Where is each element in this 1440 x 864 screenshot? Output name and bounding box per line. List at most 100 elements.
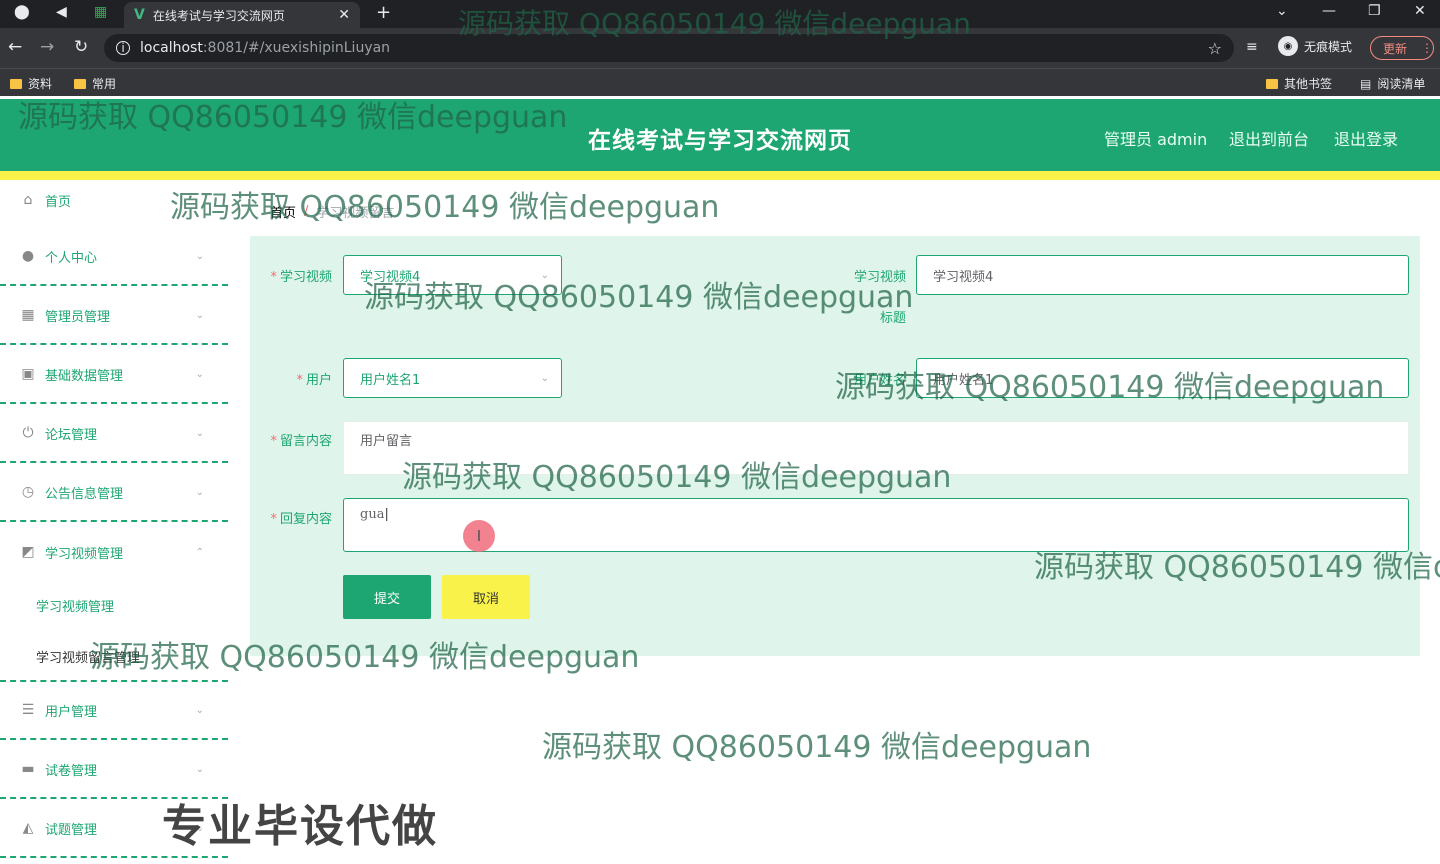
- reply-value: gua: [360, 507, 385, 522]
- reading-list[interactable]: ▤ 阅读清单: [1360, 75, 1425, 92]
- spreadsheet-tab-icon[interactable]: ▦: [94, 4, 107, 20]
- bookmark-label: 阅读清单: [1377, 77, 1426, 91]
- sidebar-item-home[interactable]: ⌂ 首页: [0, 180, 228, 220]
- admin-user-link[interactable]: 管理员 admin: [1104, 126, 1207, 150]
- bookmark-star-icon[interactable]: ☆: [1208, 39, 1222, 58]
- url-path: :8081/#/xuexishipinLiuyan: [202, 40, 391, 56]
- folder-icon: [10, 78, 22, 89]
- active-tab[interactable]: V 在线考试与学习交流网页 ✕: [124, 2, 360, 28]
- reply-label: * 回复内容: [270, 512, 332, 527]
- tab-search-icon[interactable]: ⌄: [1276, 3, 1288, 19]
- tab-title: 在线考试与学习交流网页: [152, 8, 285, 23]
- mouse-cursor-indicator: I: [463, 520, 495, 552]
- update-label: 更新: [1383, 41, 1408, 56]
- user-name-label: 用户姓名: [853, 373, 906, 388]
- video-title-label-2: 标题: [879, 311, 906, 326]
- browser-tabbar: ⬤ ◀ ▦ V 在线考试与学习交流网页 ✕ + ⌄ — ❐ ✕: [0, 0, 1440, 28]
- back-icon[interactable]: ←: [8, 37, 22, 57]
- power-icon: ⏻: [22, 425, 34, 441]
- breadcrumb-current: 学习视频留言: [316, 205, 395, 221]
- bookmark-label: 常用: [92, 77, 117, 91]
- chevron-up-icon: ⌃: [195, 546, 204, 558]
- clock-icon: ◷: [21, 484, 35, 500]
- sidebar-item-label: 首页: [45, 194, 72, 210]
- reply-textarea[interactable]: gua|: [343, 498, 1409, 552]
- incognito-indicator[interactable]: ◉ 无痕模式: [1278, 36, 1352, 56]
- reading-list-icon: ▤: [1360, 76, 1372, 91]
- site-info-icon[interactable]: i: [116, 41, 130, 55]
- sidebar-item-notice[interactable]: ◷ 公告信息管理 ⌄: [0, 464, 228, 522]
- back-to-frontend-link[interactable]: 退出到前台: [1229, 126, 1309, 150]
- user-name-field[interactable]: 用户姓名1: [916, 358, 1409, 398]
- submenu-video-management[interactable]: 学习视频管理: [36, 596, 114, 615]
- user-select-value: 用户姓名1: [360, 372, 421, 388]
- video-title-field[interactable]: 学习视频4: [916, 255, 1409, 295]
- vue-logo-icon: V: [134, 7, 145, 23]
- chevron-down-icon: ⌄: [195, 486, 204, 498]
- user-name-value: 用户姓名1: [933, 372, 994, 388]
- minimize-icon[interactable]: —: [1322, 3, 1336, 19]
- mute-icon[interactable]: ◀: [56, 4, 67, 20]
- reload-icon[interactable]: ↻: [74, 37, 88, 57]
- sidebar-item-forum[interactable]: ⏻ 论坛管理 ⌄: [0, 405, 228, 463]
- video-title-label: 学习视频: [853, 270, 906, 285]
- chevron-down-icon: ⌄: [195, 427, 204, 439]
- chevron-down-icon: ⌄: [195, 250, 204, 262]
- chart-icon: ◩: [21, 544, 35, 560]
- user-select[interactable]: 用户姓名1 ⌄: [343, 358, 562, 398]
- breadcrumb: 首页 / 学习视频留言: [250, 190, 1420, 232]
- sidebar-item-base-data[interactable]: ▣ 基础数据管理 ⌄: [0, 346, 228, 404]
- restore-icon[interactable]: ❐: [1368, 3, 1381, 19]
- more-icon: ⋮: [1421, 41, 1433, 55]
- sidebar-item-user-management[interactable]: ☰ 用户管理 ⌄: [0, 682, 228, 740]
- address-bar[interactable]: i localhost :8081/#/xuexishipinLiuyan ☆: [104, 34, 1234, 62]
- update-button[interactable]: 更新 ⋮: [1370, 36, 1434, 60]
- submenu-video-comment-management[interactable]: 学习视频留言管理: [36, 647, 140, 666]
- sidebar: ⌂ 首页 ● 个人中心 ⌄ ▦ 管理员管理 ⌄ ▣ 基础数据管理 ⌄ ⏻ 论坛管…: [0, 180, 228, 864]
- forward-icon[interactable]: →: [40, 37, 54, 57]
- sidebar-item-label: 公告信息管理: [45, 486, 124, 502]
- bookmark-folder[interactable]: 常用: [74, 75, 116, 92]
- sidebar-item-label: 用户管理: [45, 704, 98, 720]
- sidebar-item-label: 基础数据管理: [45, 368, 124, 384]
- bookmarks-bar: 资料 常用 其他书签 ▤ 阅读清单: [0, 68, 1440, 96]
- chevron-down-icon: ⌄: [195, 309, 204, 321]
- bookmark-folder[interactable]: 资料: [10, 75, 52, 92]
- sidebar-item-video[interactable]: ◩ 学习视频管理 ⌃: [0, 523, 228, 581]
- other-bookmarks[interactable]: 其他书签: [1266, 75, 1332, 92]
- folder-icon: [1266, 78, 1278, 89]
- breadcrumb-home[interactable]: 首页: [270, 202, 296, 221]
- new-tab-icon[interactable]: +: [376, 2, 391, 23]
- browser-menu-icon[interactable]: ⬤: [14, 4, 30, 20]
- submit-button[interactable]: 提交: [343, 575, 431, 619]
- chevron-down-icon: ⌄: [540, 372, 549, 384]
- bookmark-label: 其他书签: [1284, 77, 1333, 91]
- logout-link[interactable]: 退出登录: [1334, 126, 1398, 150]
- sidebar-item-personal-center[interactable]: ● 个人中心 ⌄: [0, 228, 228, 286]
- reading-mode-icon[interactable]: ≡: [1246, 39, 1258, 55]
- sidebar-item-admin-management[interactable]: ▦ 管理员管理 ⌄: [0, 287, 228, 345]
- cancel-button[interactable]: 取消: [442, 575, 530, 619]
- video-title-value: 学习视频4: [933, 269, 994, 285]
- video-select[interactable]: 学习视频4 ⌄: [343, 255, 562, 295]
- home-icon: ⌂: [23, 192, 33, 208]
- close-window-icon[interactable]: ✕: [1414, 3, 1426, 19]
- chevron-down-icon: ⌄: [540, 269, 549, 281]
- video-select-value: 学习视频4: [360, 269, 421, 285]
- browser-toolbar: ← → ↻ i localhost :8081/#/xuexishipinLiu…: [0, 28, 1440, 68]
- tab-close-icon[interactable]: ✕: [338, 7, 350, 23]
- header-accent-strip: [0, 171, 1440, 180]
- page-title: 在线考试与学习交流网页: [588, 128, 852, 154]
- bookmark-label: 资料: [28, 77, 53, 91]
- user-icon: ●: [21, 248, 35, 264]
- sidebar-item-label: 论坛管理: [45, 427, 98, 443]
- list-icon: ☰: [21, 702, 35, 718]
- incognito-icon: ◉: [1278, 36, 1298, 56]
- sidebar-item-label: 试题管理: [45, 822, 98, 838]
- chevron-down-icon: ⌄: [195, 368, 204, 380]
- sidebar-item-label: 试卷管理: [45, 763, 98, 779]
- message-textarea[interactable]: 用户留言: [343, 421, 1409, 475]
- chat-icon: ▬: [21, 761, 35, 777]
- sidebar-item-label: 管理员管理: [45, 309, 111, 325]
- chevron-down-icon: ⌄: [195, 763, 204, 775]
